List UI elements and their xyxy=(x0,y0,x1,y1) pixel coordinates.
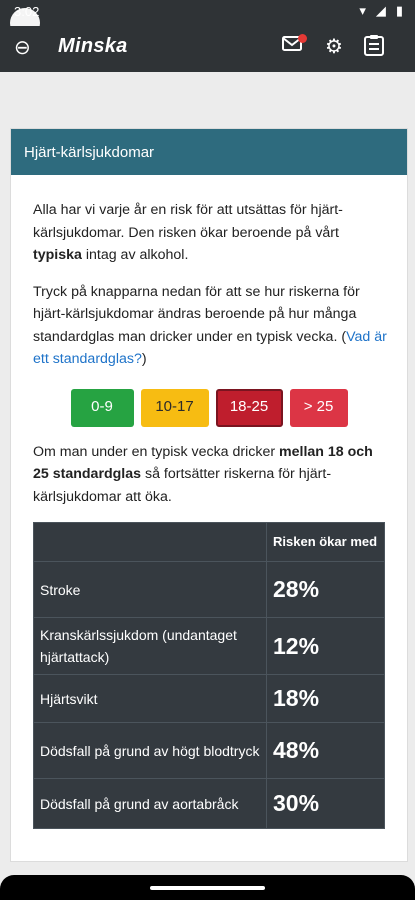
range-buttons: 0-9 10-17 18-25 > 25 xyxy=(33,388,389,427)
table-row: Dödsfall på grund av aortabråck 30% xyxy=(33,778,385,829)
app-title: Minska xyxy=(58,35,128,57)
row-value: 18% xyxy=(266,674,385,723)
range-button-over-25[interactable]: > 25 xyxy=(289,388,348,427)
clipboard-icon[interactable] xyxy=(363,34,385,62)
back-arrow-icon[interactable]: ⊖ xyxy=(14,35,31,60)
intro-text: Alla har vi varje år en risk för att uts… xyxy=(33,199,389,267)
system-nav-bar xyxy=(0,875,415,900)
intro-post: intag av alkohol. xyxy=(81,247,189,263)
intro-pre: Alla har vi varje år en risk för att uts… xyxy=(33,202,343,241)
card-title: Hjärt-kärlsjukdomar xyxy=(11,129,407,175)
table-header-risk: Risken ökar med xyxy=(266,522,385,562)
status-bar: 3:02 ▾ ◢ ▮ xyxy=(0,0,415,38)
range-button-10-17[interactable]: 10-17 xyxy=(140,388,209,427)
instruction-end: ) xyxy=(141,351,147,367)
row-label: Dödsfall på grund av aortabråck xyxy=(33,778,267,829)
row-label: Hjärtsvikt xyxy=(33,674,267,723)
battery-icon: ▮ xyxy=(395,3,403,18)
table-row: Kranskärlssjukdom (undantaget hjärtattac… xyxy=(33,617,385,675)
table-row: Hjärtsvikt 18% xyxy=(33,674,385,723)
status-icons: ▾ ◢ ▮ xyxy=(359,3,403,19)
instruction-pre: Tryck på knapparna nedan för att se hur … xyxy=(33,283,360,345)
risk-table: Risken ökar med Stroke 28% Kranskärlssju… xyxy=(33,522,385,829)
signal-icon: ◢ xyxy=(375,3,386,18)
summary-pre: Om man under en typisk vecka dricker xyxy=(33,443,280,460)
table-header-row: Risken ökar med xyxy=(33,522,385,562)
intro-bold: typiska xyxy=(33,247,82,263)
risk-card: Hjärt-kärlsjukdomar Alla har vi varje år… xyxy=(10,128,408,862)
instruction-text: Tryck på knapparna nedan för att se hur … xyxy=(33,281,389,371)
range-button-0-9[interactable]: 0-9 xyxy=(70,388,134,427)
app-bar: ⊖ Minska ⚙ xyxy=(0,26,415,72)
row-label: Kranskärlssjukdom (undantaget hjärtattac… xyxy=(33,617,267,675)
row-value: 12% xyxy=(266,617,385,675)
wifi-icon: ▾ xyxy=(359,3,366,18)
home-gesture-pill[interactable] xyxy=(150,886,265,890)
row-label: Dödsfall på grund av högt blodtryck xyxy=(33,722,267,779)
notification-dot xyxy=(298,34,307,43)
row-label: Stroke xyxy=(33,561,267,618)
table-row: Stroke 28% xyxy=(33,561,385,618)
mail-notification-icon[interactable] xyxy=(282,34,307,58)
row-value: 30% xyxy=(266,778,385,829)
status-time: 3:02 xyxy=(14,4,40,19)
table-header-empty xyxy=(33,522,267,562)
table-row: Dödsfall på grund av högt blodtryck 48% xyxy=(33,722,385,779)
row-value: 28% xyxy=(266,561,385,618)
range-button-18-25[interactable]: 18-25 xyxy=(215,388,283,427)
row-value: 48% xyxy=(266,722,385,779)
settings-icon[interactable]: ⚙ xyxy=(325,34,343,59)
summary-text: Om man under en typisk vecka dricker mel… xyxy=(33,441,389,509)
